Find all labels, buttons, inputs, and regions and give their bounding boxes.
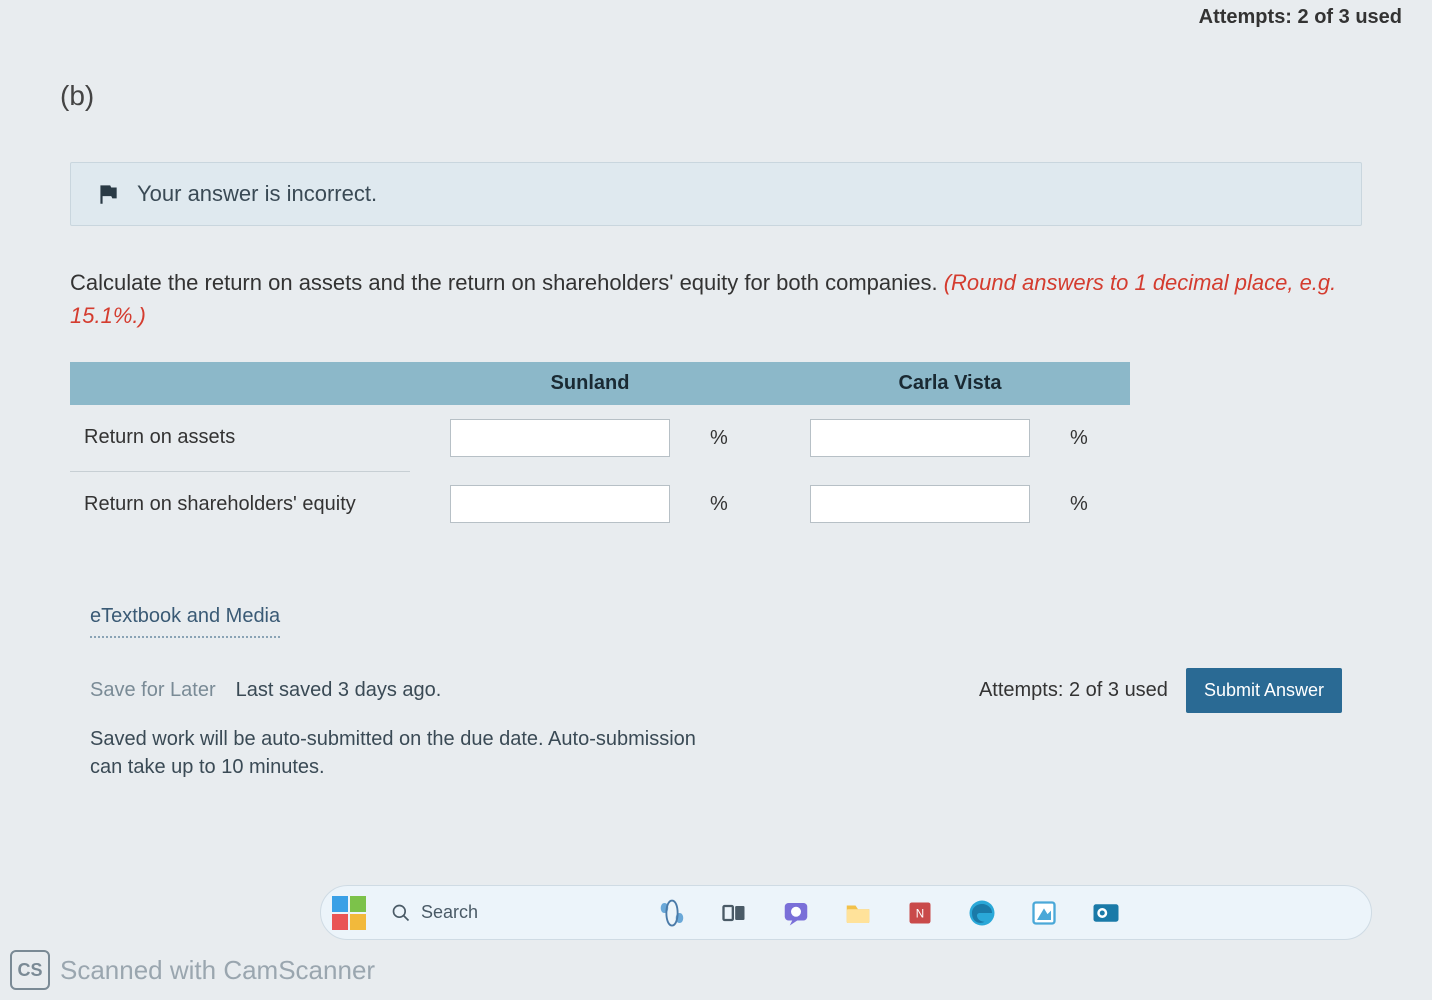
table-header-col2: Carla Vista bbox=[770, 362, 1130, 405]
copilot-icon[interactable] bbox=[655, 896, 689, 930]
question-panel: (b) Your answer is incorrect. Calculate … bbox=[0, 0, 1432, 781]
roa-sunland-input[interactable] bbox=[450, 419, 670, 457]
app-icon[interactable]: N bbox=[903, 896, 937, 930]
feedback-message: Your answer is incorrect. bbox=[137, 181, 377, 207]
row-label: Return on shareholders' equity bbox=[70, 471, 410, 537]
autosave-note: Saved work will be auto-submitted on the… bbox=[90, 725, 710, 781]
question-text: Calculate the return on assets and the r… bbox=[70, 266, 1362, 332]
taskbar-pinned: N bbox=[655, 896, 1123, 930]
row-label: Return on assets bbox=[70, 405, 410, 471]
task-view-icon[interactable] bbox=[717, 896, 751, 930]
taskbar: Search N bbox=[320, 885, 1372, 940]
unit-label: % bbox=[710, 471, 770, 537]
paint-icon[interactable] bbox=[1027, 896, 1061, 930]
camscanner-badge-icon: CS bbox=[10, 950, 50, 990]
windows-icon bbox=[332, 896, 366, 930]
roa-carlavista-input[interactable] bbox=[810, 419, 1030, 457]
feedback-banner: Your answer is incorrect. bbox=[70, 162, 1362, 226]
svg-text:N: N bbox=[916, 907, 924, 920]
unit-label: % bbox=[1070, 405, 1130, 471]
table-row: Return on shareholders' equity % % bbox=[70, 471, 1130, 537]
etextbook-link[interactable]: eTextbook and Media bbox=[90, 597, 280, 638]
attempts-counter-bottom: Attempts: 2 of 3 used bbox=[979, 679, 1168, 702]
part-label: (b) bbox=[60, 80, 1382, 112]
outlook-icon[interactable] bbox=[1089, 896, 1123, 930]
roe-carlavista-input[interactable] bbox=[810, 485, 1030, 523]
attempts-counter-top: Attempts: 2 of 3 used bbox=[1199, 6, 1402, 29]
flag-icon bbox=[95, 181, 121, 207]
roe-sunland-input[interactable] bbox=[450, 485, 670, 523]
last-saved-label: Last saved 3 days ago. bbox=[236, 679, 442, 702]
table-row: Return on assets % % bbox=[70, 405, 1130, 471]
edge-icon[interactable] bbox=[965, 896, 999, 930]
unit-label: % bbox=[710, 405, 770, 471]
taskbar-search-label: Search bbox=[421, 902, 478, 923]
question-prompt: Calculate the return on assets and the r… bbox=[70, 270, 944, 295]
unit-label: % bbox=[1070, 471, 1130, 537]
answer-table: Sunland Carla Vista Return on assets % %… bbox=[70, 362, 1130, 537]
camscanner-text: Scanned with CamScanner bbox=[60, 955, 375, 986]
camscanner-watermark: CS Scanned with CamScanner bbox=[10, 950, 375, 990]
file-explorer-icon[interactable] bbox=[841, 896, 875, 930]
submit-answer-button[interactable]: Submit Answer bbox=[1186, 668, 1342, 713]
taskbar-search[interactable]: Search bbox=[391, 902, 591, 923]
table-header-col1: Sunland bbox=[410, 362, 770, 405]
start-button[interactable] bbox=[331, 895, 367, 931]
resources-row: eTextbook and Media bbox=[90, 597, 1342, 638]
search-icon bbox=[391, 903, 411, 923]
table-header-blank bbox=[70, 362, 410, 405]
save-for-later-button[interactable]: Save for Later bbox=[90, 679, 216, 702]
chat-icon[interactable] bbox=[779, 896, 813, 930]
save-row: Save for Later Last saved 3 days ago. At… bbox=[90, 668, 1342, 713]
